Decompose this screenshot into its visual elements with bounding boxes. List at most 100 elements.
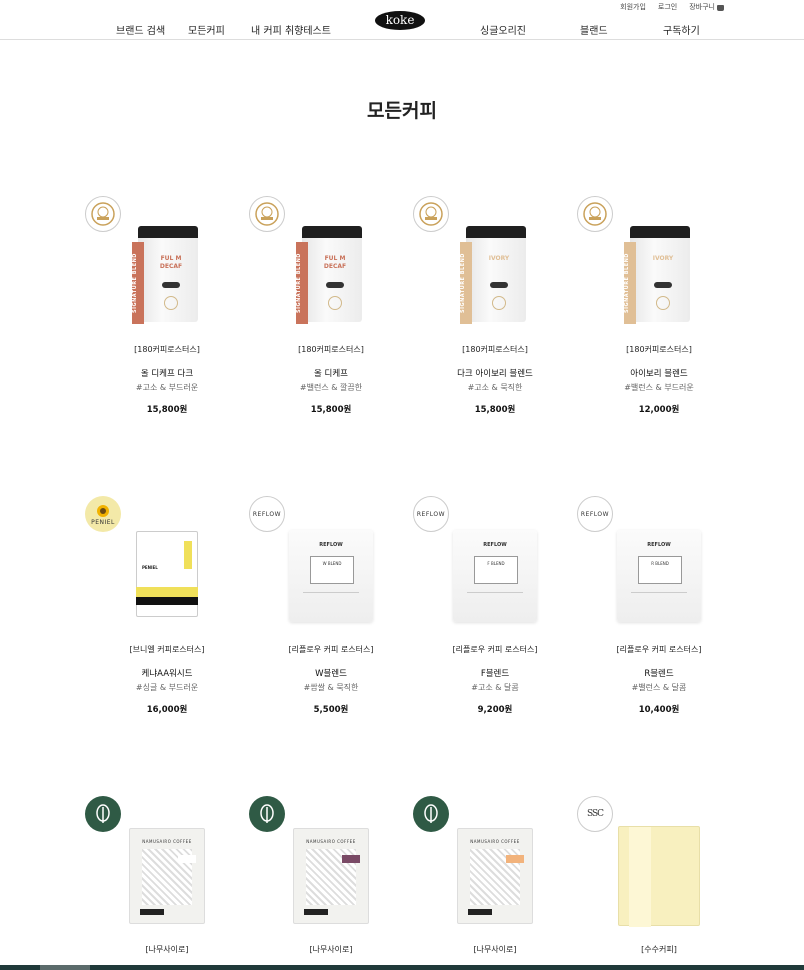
- product-tags: #고소 & 묵직한: [467, 383, 523, 392]
- badge-label: SSC: [586, 809, 604, 819]
- product-price: 10,400원: [638, 705, 680, 715]
- product-brand: [180커피로스터스]: [134, 345, 200, 354]
- product-name[interactable]: 케냐AA워시드: [85, 667, 249, 679]
- product-price: 12,000원: [638, 405, 680, 415]
- product-image[interactable]: REFLOW F BLEND: [453, 526, 537, 626]
- leaf-icon: [249, 796, 285, 832]
- can-side-label: SIGNATURE BLEND: [296, 242, 308, 324]
- can-title: FUL M DECAF: [159, 255, 183, 270]
- product-name[interactable]: 다크 아이보리 블렌드: [413, 367, 577, 379]
- product-image[interactable]: SIGNATURE BLEND FUL M DECAF: [289, 226, 373, 326]
- product-brand: [180커피로스터스]: [462, 345, 528, 354]
- product-image-bag: [618, 826, 700, 927]
- product-info: [브니엘 커피로스터스] 케냐AA워시드 #싱글 & 부드러운 16,000원: [85, 644, 249, 715]
- product-info: [180커피로스터스] 올 디케프 다크 #고소 & 부드러운 15,800원: [85, 344, 249, 415]
- badge-label: REFLOW: [580, 510, 610, 518]
- product-tags: #고소 & 달콤: [471, 683, 519, 692]
- product-info: [180커피로스터스] 다크 아이보리 블렌드 #고소 & 묵직한 15,800원: [413, 344, 577, 415]
- product-name[interactable]: R블렌드: [577, 667, 741, 679]
- koke-logo[interactable]: koke: [375, 11, 425, 30]
- product-name[interactable]: 올 디케프 다크: [85, 367, 249, 379]
- nav-my-taste-test[interactable]: 내 커피 취향테스트: [251, 22, 331, 37]
- product-price: 16,000원: [146, 705, 188, 715]
- product-image-bag: PENIEL: [132, 531, 202, 621]
- product-image-can: SIGNATURE BLEND FUL M DECAF: [132, 226, 202, 326]
- leaf-icon: [413, 796, 449, 832]
- can-emblem-icon: [328, 296, 342, 310]
- badge-label: PENIEL: [91, 518, 115, 526]
- product-image[interactable]: PENIEL: [125, 526, 209, 626]
- product-image[interactable]: NAMUSAIRO COFFEE: [289, 826, 373, 926]
- pouch-brand: REFLOW: [483, 542, 507, 548]
- product-info: [리플로우 커피 로스터스] R블렌드 #밸런스 & 달콤 10,400원: [577, 644, 741, 715]
- leaf-icon: [85, 796, 121, 832]
- can-emblem-icon: [656, 296, 670, 310]
- login-link[interactable]: 로그인: [658, 2, 677, 12]
- product-tags: #밸런스 & 부드러운: [624, 383, 694, 392]
- product-name[interactable]: 올 디케프: [249, 367, 413, 379]
- product-brand: [나무사이로]: [145, 945, 189, 954]
- product-brand: [브니엘 커피로스터스]: [129, 645, 205, 654]
- product-image[interactable]: REFLOW W BLEND: [289, 526, 373, 626]
- pouch-blend-name: F BLEND: [487, 561, 505, 566]
- top-navigation: 회원가입 로그인 장바구니 브랜드 검색 모든커피 내 커피 취향테스트 kok…: [0, 0, 804, 40]
- product-name[interactable]: 아이보리 블렌드: [577, 367, 741, 379]
- award-seal-icon: [577, 196, 613, 232]
- badge-label: REFLOW: [252, 510, 282, 518]
- product-tags: #싱글 & 부드러운: [135, 683, 199, 692]
- sunflower-icon: PENIEL: [85, 496, 121, 532]
- product-brand: [180커피로스터스]: [626, 345, 692, 354]
- award-seal-icon: [85, 196, 121, 232]
- nav-all-coffee[interactable]: 모든커피: [188, 22, 225, 37]
- pouch-brand: REFLOW: [319, 542, 343, 548]
- nav-subscribe[interactable]: 구독하기: [663, 22, 700, 37]
- cart-label: 장바구니: [689, 3, 715, 11]
- product-image[interactable]: NAMUSAIRO COFFEE: [453, 826, 537, 926]
- badge-label: REFLOW: [416, 510, 446, 518]
- product-tags: #쌉쌀 & 묵직한: [303, 683, 359, 692]
- product-image-bag: NAMUSAIRO COFFEE: [293, 828, 369, 924]
- product-tags: #밸런스 & 깔끔한: [299, 383, 363, 392]
- page-title: 모든커피: [367, 100, 437, 122]
- product-image[interactable]: SIGNATURE BLEND FUL M DECAF: [125, 226, 209, 326]
- product-image-can: SIGNATURE BLEND FUL M DECAF: [296, 226, 366, 326]
- bottom-scrollbar[interactable]: [0, 965, 804, 970]
- reflow-logo-icon: REFLOW: [577, 496, 613, 532]
- product-image[interactable]: SIGNATURE BLEND IVORY: [453, 226, 537, 326]
- product-name[interactable]: F블렌드: [413, 667, 577, 679]
- pouch-blend-name: W BLEND: [322, 561, 342, 566]
- product-image-pouch: REFLOW R BLEND: [617, 530, 701, 622]
- can-title: FUL M DECAF: [323, 255, 347, 270]
- can-emblem-icon: [164, 296, 178, 310]
- nav-blend[interactable]: 블랜드: [580, 22, 608, 37]
- product-brand: [나무사이로]: [473, 945, 517, 954]
- bag-brand: NAMUSAIRO COFFEE: [306, 839, 356, 844]
- product-image-pouch: REFLOW W BLEND: [289, 530, 373, 622]
- scrollbar-thumb[interactable]: [40, 965, 90, 970]
- ssc-logo-icon: SSC: [577, 796, 613, 832]
- product-name[interactable]: W블렌드: [249, 667, 413, 679]
- product-image[interactable]: REFLOW R BLEND: [617, 526, 701, 626]
- product-image[interactable]: SIGNATURE BLEND IVORY: [617, 226, 701, 326]
- award-seal-icon: [249, 196, 285, 232]
- cart-link[interactable]: 장바구니: [689, 2, 724, 12]
- product-image[interactable]: [617, 826, 701, 927]
- reflow-logo-icon: REFLOW: [249, 496, 285, 532]
- product-price: 9,200원: [477, 705, 513, 715]
- product-brand: [나무사이로]: [309, 945, 353, 954]
- product-image-bag: NAMUSAIRO COFFEE: [457, 828, 533, 924]
- product-brand: [180커피로스터스]: [298, 345, 364, 354]
- product-info: [나무사이로]: [249, 944, 413, 955]
- reflow-logo-icon: REFLOW: [413, 496, 449, 532]
- can-title: IVORY: [488, 255, 510, 262]
- nav-brand-search[interactable]: 브랜드 검색: [116, 22, 165, 37]
- product-image-can: SIGNATURE BLEND IVORY: [624, 226, 694, 326]
- product-price: 15,800원: [146, 405, 188, 415]
- can-side-label: SIGNATURE BLEND: [624, 242, 636, 324]
- signup-link[interactable]: 회원가입: [620, 2, 646, 12]
- product-image-can: SIGNATURE BLEND IVORY: [460, 226, 530, 326]
- product-tags: #밸런스 & 달콤: [631, 683, 687, 692]
- nav-single-origin[interactable]: 싱글오리진: [480, 22, 526, 37]
- product-price: 5,500원: [313, 705, 349, 715]
- product-image[interactable]: NAMUSAIRO COFFEE: [125, 826, 209, 926]
